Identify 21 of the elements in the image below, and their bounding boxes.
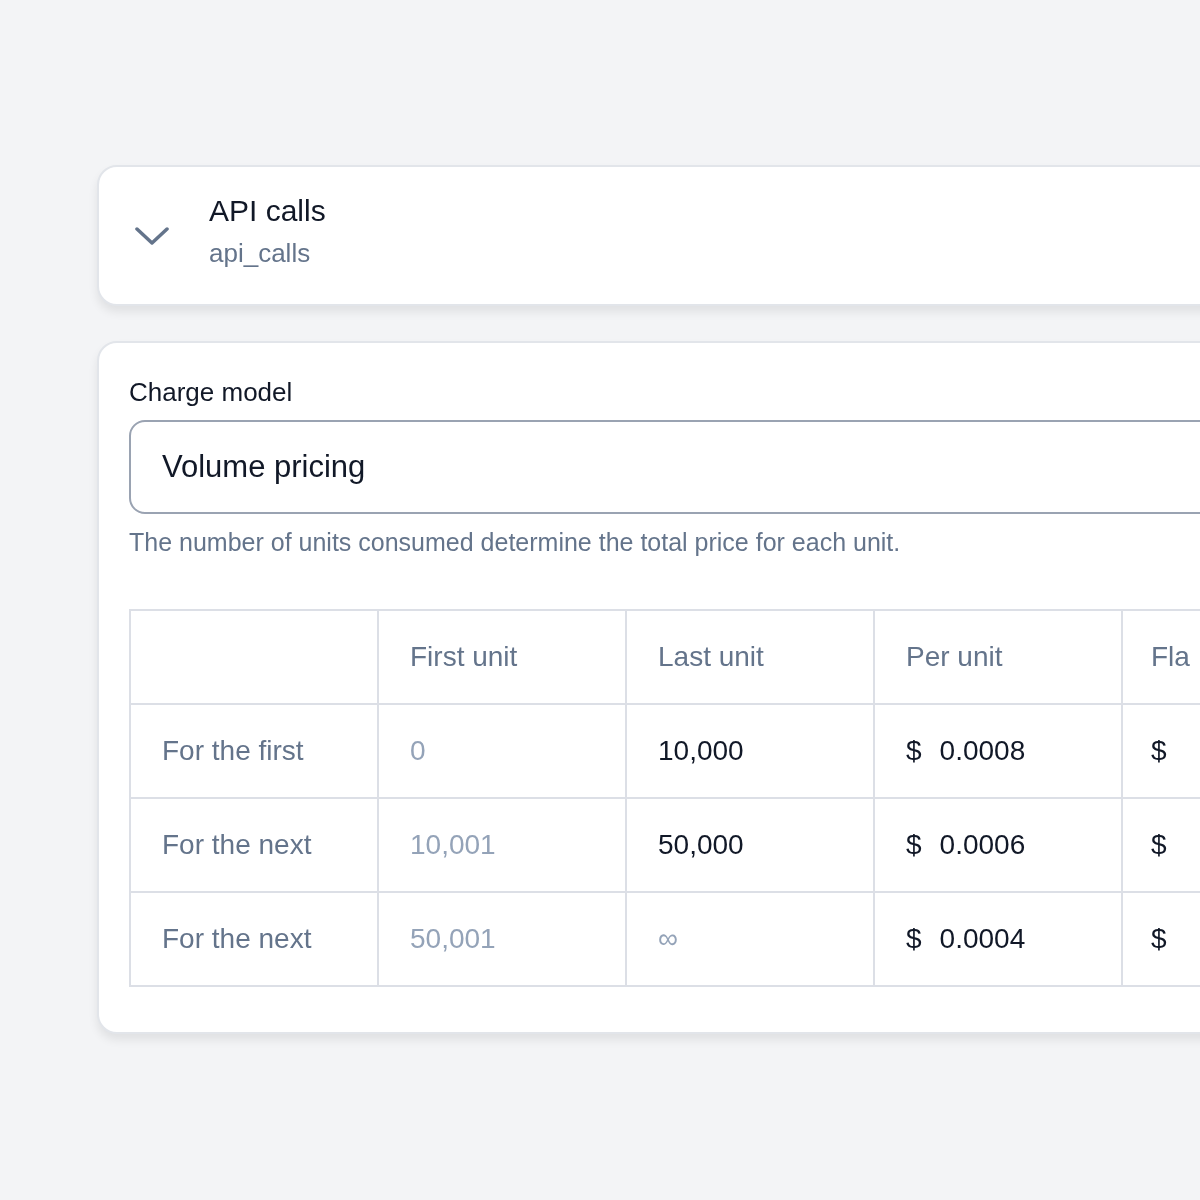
chevron-down-icon[interactable] <box>135 225 169 246</box>
charge-model-select[interactable]: Volume pricing <box>129 420 1200 514</box>
first-unit-cell: 10,001 <box>378 798 626 892</box>
metric-key: api_calls <box>209 238 326 269</box>
metric-title: API calls <box>209 194 326 228</box>
column-header: First unit <box>378 610 626 704</box>
column-header: Per unit <box>874 610 1122 704</box>
per-unit-input[interactable]: $ 0.0008 <box>874 704 1122 798</box>
per-unit-input[interactable]: $ 0.0004 <box>874 892 1122 986</box>
tier-label: For the first <box>130 704 378 798</box>
column-header: Last unit <box>626 610 874 704</box>
tier-label: For the next <box>130 892 378 986</box>
column-header: Fla <box>1122 610 1200 704</box>
last-unit-input[interactable]: 10,000 <box>626 704 874 798</box>
tier-label: For the next <box>130 798 378 892</box>
help-text: The number of units consumed determine the total price for each unit. <box>129 528 902 557</box>
first-unit-cell: 50,001 <box>378 892 626 986</box>
field-label: Charge model <box>129 377 294 408</box>
first-unit-cell: 0 <box>378 704 626 798</box>
per-unit-input[interactable]: $ 0.0006 <box>874 798 1122 892</box>
last-unit-input[interactable]: 50,000 <box>626 798 874 892</box>
